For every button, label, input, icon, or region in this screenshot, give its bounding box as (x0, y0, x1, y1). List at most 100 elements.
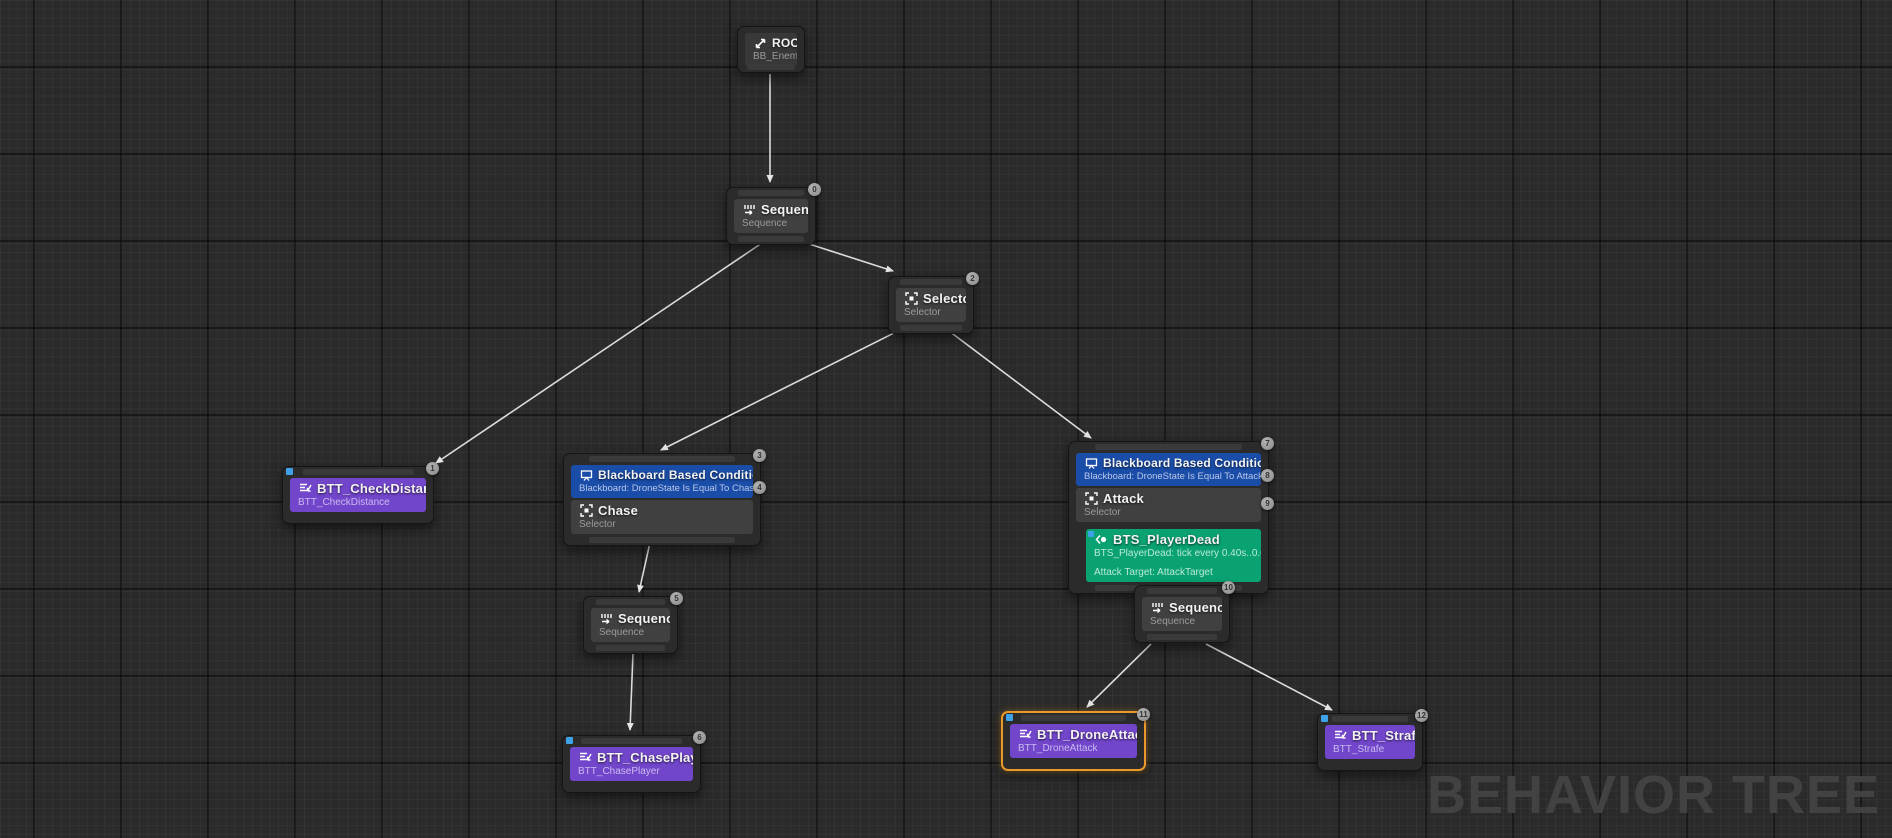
node-title: Sequence (761, 202, 808, 217)
node-title: Attack (1103, 491, 1144, 506)
edge-selector-to-attack[interactable] (945, 328, 1091, 438)
output-pin[interactable] (738, 236, 803, 242)
decorator-blackboard-condition[interactable]: Blackboard Based Condition Blackboard: D… (1076, 453, 1261, 486)
service-bts-playerdead[interactable]: BTS_PlayerDead BTS_PlayerDead: tick ever… (1086, 529, 1261, 582)
node-title: BTT_CheckDistance (317, 481, 426, 496)
service-subtitle: BTS_PlayerDead: tick every 0.40s..0.60s (1094, 548, 1253, 559)
service-icon (1094, 533, 1108, 547)
output-pin[interactable] (596, 645, 665, 651)
edge-sequence-to-selector[interactable] (806, 243, 893, 271)
execution-order-badge: 3 (753, 449, 766, 462)
sequence-icon (742, 203, 756, 217)
node-subtitle: BB_Enemy (753, 51, 789, 62)
output-pin[interactable] (900, 325, 962, 331)
node-subtitle: Selector (904, 307, 958, 318)
input-pin[interactable] (1095, 444, 1242, 450)
selector-icon (1084, 492, 1098, 506)
breakpoint-indicator (1088, 531, 1094, 537)
edge-chase-to-sequence[interactable] (639, 538, 651, 592)
node-sequence-mid[interactable]: Sequence Sequence 5 (583, 596, 678, 654)
node-selector[interactable]: Selector Selector 2 (888, 276, 974, 334)
node-btt-chaseplayer[interactable]: BTT_ChasePlayer BTT_ChasePlayer 6 (562, 735, 701, 793)
node-btt-checkdistance[interactable]: BTT_CheckDistance BTT_CheckDistance 1 (282, 466, 434, 524)
node-subtitle: BTT_DroneAttack (1018, 743, 1129, 754)
execution-order-badge: 7 (1261, 437, 1274, 450)
edge-sequence-to-checkdistance[interactable] (436, 243, 762, 463)
node-connection-wires (0, 0, 1892, 838)
selector-icon (579, 504, 593, 518)
decorator-title: Blackboard Based Condition (1103, 456, 1261, 470)
blackboard-icon (1084, 456, 1098, 470)
node-subtitle: Sequence (742, 218, 800, 229)
input-pin[interactable] (596, 599, 665, 605)
node-subtitle: BTT_Strafe (1333, 744, 1407, 755)
output-pin[interactable] (589, 537, 734, 543)
node-title: ROOT (772, 36, 797, 50)
service-detail: Attack Target: AttackTarget (1094, 567, 1253, 578)
output-pin[interactable] (1147, 634, 1217, 640)
edge-sequence-to-droneattack[interactable] (1087, 644, 1151, 707)
input-pin[interactable] (1021, 715, 1125, 721)
node-title: Sequence (618, 611, 670, 626)
breakpoint-indicator (1006, 714, 1013, 721)
node-subtitle: Selector (579, 519, 745, 530)
node-subtitle: BTT_CheckDistance (298, 497, 418, 508)
node-btt-droneattack[interactable]: BTT_DroneAttack BTT_DroneAttack 11 (1001, 711, 1146, 771)
node-title: BTT_Strafe (1352, 728, 1415, 743)
task-icon (298, 482, 312, 496)
node-title: BTT_DroneAttack (1037, 727, 1137, 742)
decorator-blackboard-condition[interactable]: Blackboard Based Condition Blackboard: D… (571, 465, 753, 498)
node-attack[interactable]: Blackboard Based Condition Blackboard: D… (1068, 441, 1269, 594)
execution-order-badge: 4 (753, 481, 766, 494)
execution-order-badge: 0 (808, 183, 821, 196)
execution-order-badge: 12 (1415, 709, 1428, 722)
execution-order-badge: 8 (1261, 469, 1274, 482)
execution-order-badge: 10 (1222, 581, 1235, 594)
node-chase[interactable]: Blackboard Based Condition Blackboard: D… (563, 453, 761, 546)
node-subtitle: Selector (1084, 507, 1253, 518)
task-icon (578, 751, 592, 765)
execution-order-badge: 6 (693, 731, 706, 744)
input-pin[interactable] (303, 469, 414, 475)
behavior-tree-canvas[interactable]: { "watermark": "BEHAVIOR TREE", "colors"… (0, 0, 1892, 838)
sequence-icon (599, 612, 613, 626)
node-title: Chase (598, 503, 638, 518)
selector-icon (904, 292, 918, 306)
root-icon (753, 36, 767, 50)
input-pin[interactable] (581, 738, 682, 744)
decorator-title: Blackboard Based Condition (598, 468, 753, 482)
node-root[interactable]: ROOT BB_Enemy (737, 26, 805, 73)
edge-selector-to-chase[interactable] (661, 328, 904, 450)
blackboard-icon (579, 468, 593, 482)
node-subtitle: Sequence (599, 627, 662, 638)
breakpoint-indicator (566, 737, 573, 744)
task-icon (1018, 728, 1032, 742)
node-sequence-right[interactable]: Sequence Sequence 10 (1134, 585, 1230, 643)
node-subtitle: BTT_ChasePlayer (578, 766, 685, 777)
input-pin[interactable] (738, 190, 803, 196)
node-sequence-top[interactable]: Sequence Sequence 0 (726, 187, 816, 245)
task-icon (1333, 729, 1347, 743)
input-pin[interactable] (900, 279, 962, 285)
breakpoint-indicator (286, 468, 293, 475)
input-pin[interactable] (589, 456, 734, 462)
decorator-subtitle: Blackboard: DroneState Is Equal To Chase (579, 483, 745, 494)
node-title: Sequence (1169, 600, 1222, 615)
node-subtitle: Sequence (1150, 616, 1214, 627)
execution-order-badge: 5 (670, 592, 683, 605)
execution-order-badge: 2 (966, 272, 979, 285)
execution-order-badge: 1 (426, 462, 439, 475)
edge-sequence-to-strafe[interactable] (1206, 644, 1332, 710)
decorator-subtitle: Blackboard: DroneState Is Equal To Attac… (1084, 471, 1253, 482)
input-pin[interactable] (1147, 588, 1217, 594)
service-title: BTS_PlayerDead (1113, 532, 1220, 547)
input-pin[interactable] (1332, 716, 1409, 722)
edge-sequence-to-chaseplayer[interactable] (630, 653, 633, 730)
output-pin[interactable] (747, 64, 796, 70)
node-title: Selector (923, 291, 966, 306)
node-title: BTT_ChasePlayer (597, 750, 693, 765)
breakpoint-indicator (1321, 715, 1328, 722)
node-btt-strafe[interactable]: BTT_Strafe BTT_Strafe 12 (1317, 713, 1423, 771)
execution-order-badge: 11 (1137, 708, 1150, 721)
sequence-icon (1150, 601, 1164, 615)
